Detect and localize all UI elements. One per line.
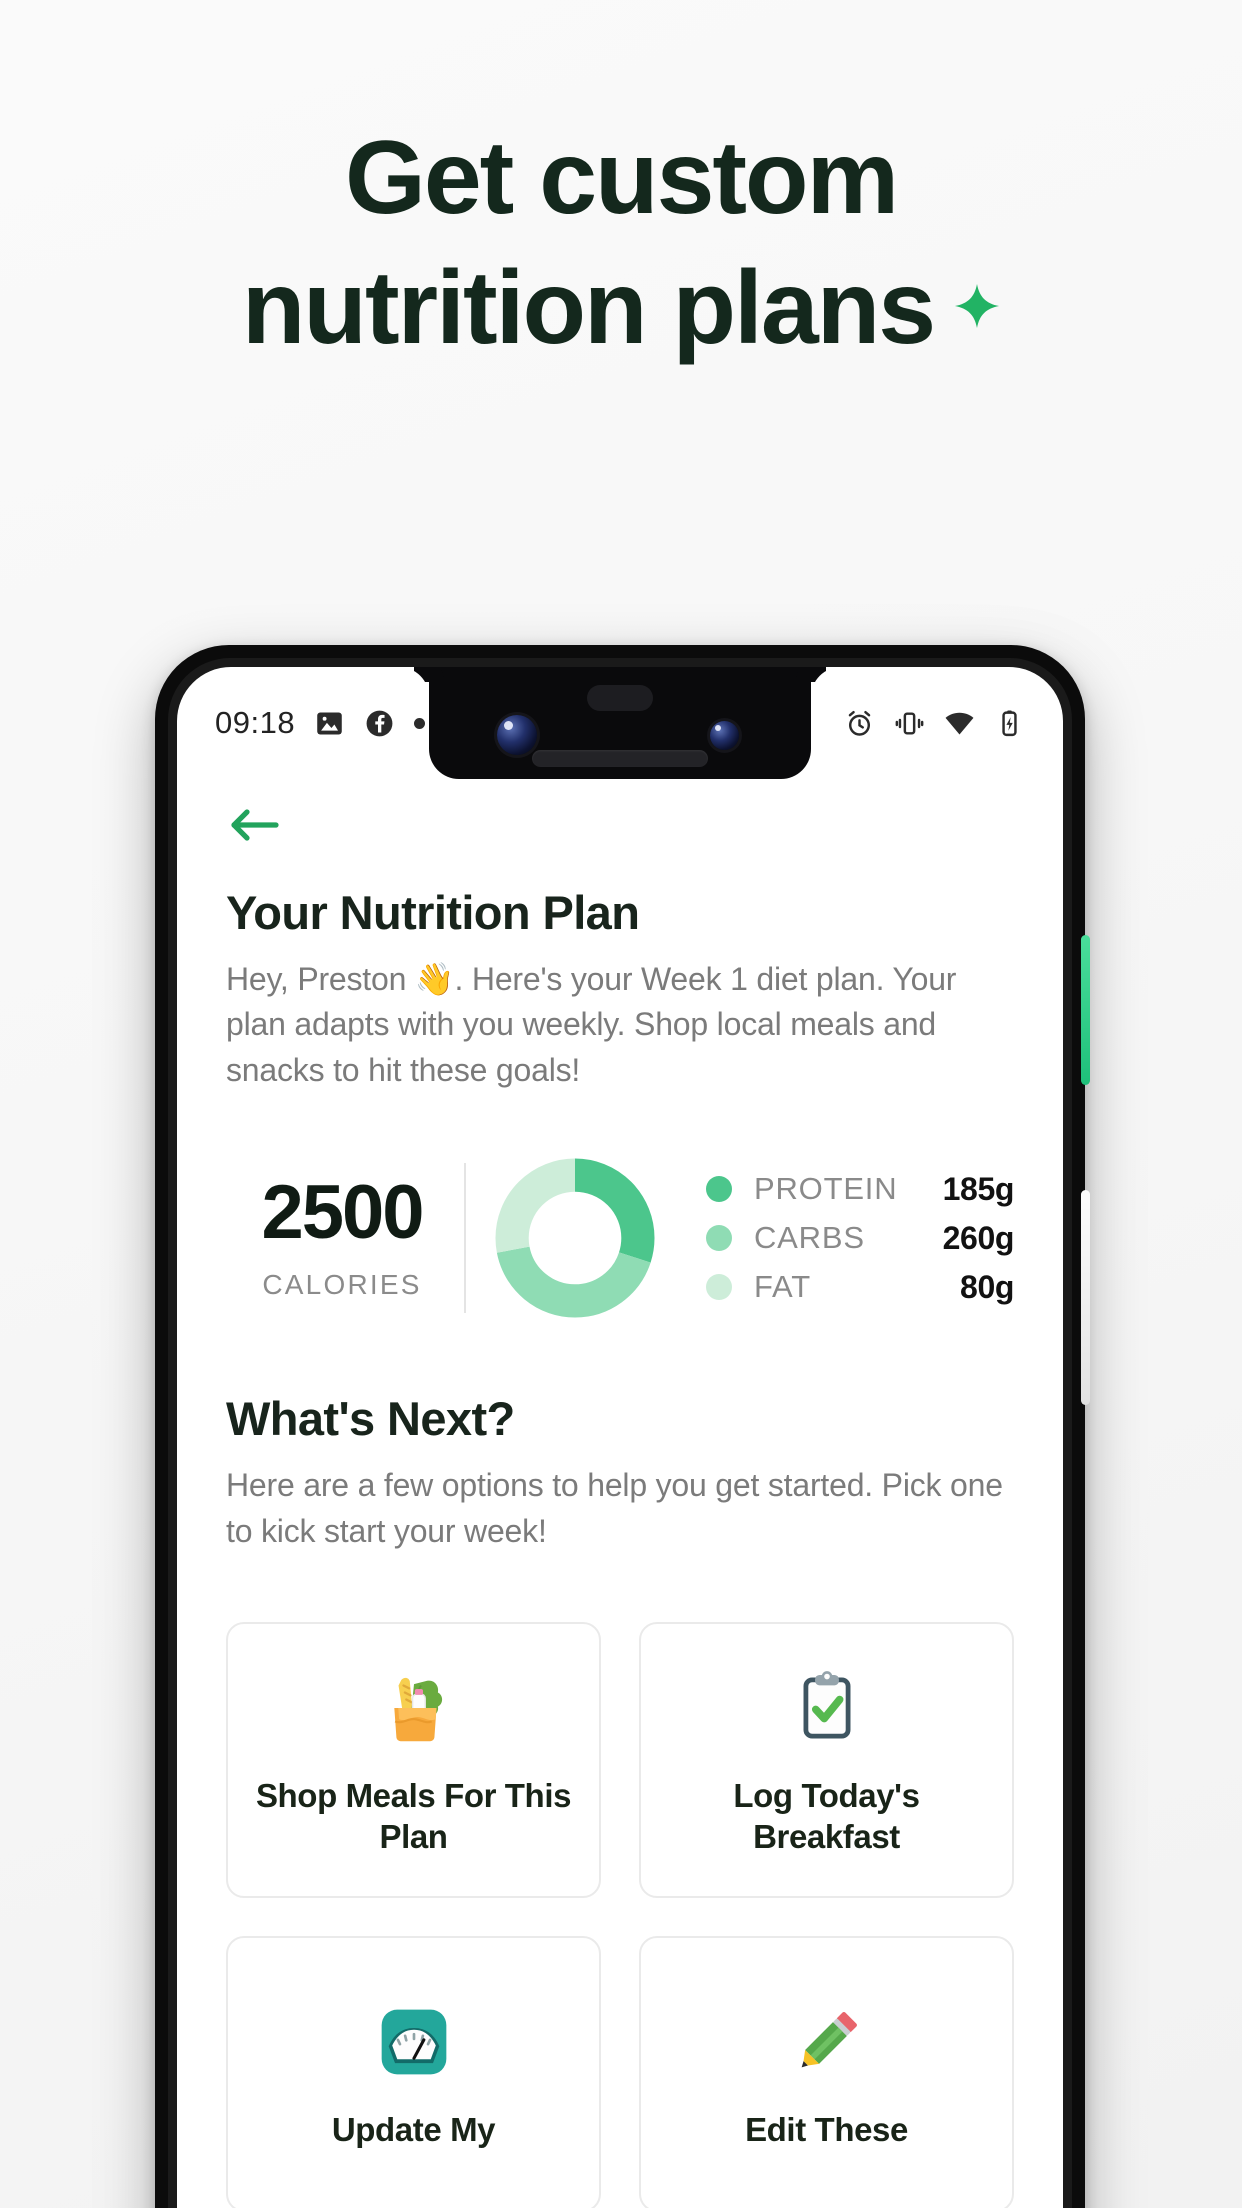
dot-icon <box>414 717 426 729</box>
legend-label-fat: FAT <box>754 1269 811 1305</box>
phone-power-button[interactable] <box>1081 935 1090 1085</box>
status-bar-right <box>770 708 1025 739</box>
legend-value-protein: 185g <box>942 1170 1015 1207</box>
action-card-label: Shop Meals For This Plan <box>255 1776 572 1856</box>
legend-value-carbs: 260g <box>942 1219 1015 1256</box>
promo-headline: Get custom nutrition plans <box>0 120 1242 367</box>
plan-description: Hey, Preston 👋. Here's your Week 1 diet … <box>226 961 957 1088</box>
weight-scale-icon <box>369 1997 459 2087</box>
phone-volume-button[interactable] <box>1081 1190 1090 1405</box>
legend-row-protein: PROTEIN 185g <box>706 1165 1014 1214</box>
calories-label: CALORIES <box>262 1269 422 1301</box>
status-bar-time: 09:18 <box>215 705 296 740</box>
action-card-edit-goals[interactable]: Edit These <box>639 1936 1014 2208</box>
legend-value-fat: 80g <box>960 1268 1014 1305</box>
clipboard-check-icon <box>782 1663 872 1753</box>
phone-screen: 09:18 Your Nutrition Plan Hey, Preston 👋… <box>177 667 1063 2208</box>
calories-value: 2500 <box>261 1170 424 1256</box>
legend-label-carbs: CARBS <box>754 1220 865 1256</box>
legend-swatch-protein <box>706 1176 732 1203</box>
whats-next-title: What's Next? <box>226 1392 515 1446</box>
alarm-icon <box>844 708 875 739</box>
action-card-shop-meals[interactable]: Shop Meals For This Plan <box>226 1622 601 1899</box>
calories-block: 2500 CALORIES <box>226 1175 458 1301</box>
facebook-icon <box>364 708 395 739</box>
vibrate-icon <box>894 708 925 739</box>
battery-charging-icon <box>994 708 1025 739</box>
action-card-log-breakfast[interactable]: Log Today's Breakfast <box>639 1622 1014 1899</box>
page-title: Your Nutrition Plan <box>226 886 640 939</box>
action-card-label: Log Today's Breakfast <box>733 1776 920 1856</box>
app-content: Your Nutrition Plan Hey, Preston 👋. Here… <box>177 779 1063 2208</box>
headline-line-2: nutrition plans <box>241 250 936 367</box>
action-card-update-weight[interactable]: Update My <box>226 1936 601 2208</box>
nav-bar <box>226 779 1014 885</box>
status-bar-left: 09:18 <box>215 705 470 741</box>
legend-swatch-carbs <box>706 1225 732 1252</box>
whats-next-description: Here are a few options to help you get s… <box>226 1467 1003 1549</box>
phone-bezel: 09:18 Your Nutrition Plan Hey, Preston 👋… <box>168 658 1072 2208</box>
divider <box>464 1163 466 1314</box>
promo-stage: Get custom nutrition plans 09:18 Your Nu… <box>0 0 1242 2208</box>
legend-row-carbs: CARBS 260g <box>706 1214 1014 1263</box>
headline-line-2-wrap: nutrition plans <box>242 236 1000 366</box>
back-button[interactable] <box>226 805 1014 845</box>
grocery-bag-icon <box>369 1663 459 1753</box>
whats-next-section: What's Next? Here are a few options to h… <box>226 1391 1014 1554</box>
action-card-label: Edit These <box>745 2111 908 2149</box>
macro-legend: PROTEIN 185g CARBS 260g FAT 80g <box>706 1165 1014 1312</box>
status-bar: 09:18 <box>177 667 1063 779</box>
pencil-icon <box>782 1997 872 2087</box>
macro-summary: 2500 CALORIES PROTEIN 185g CARBS 260g FA… <box>226 1155 1014 1321</box>
action-card-grid: Shop Meals For This Plan Log Today's Bre… <box>226 1622 1014 2208</box>
macro-donut-chart <box>495 1158 655 1318</box>
legend-swatch-fat <box>706 1274 732 1301</box>
legend-label-protein: PROTEIN <box>754 1171 898 1207</box>
image-icon <box>314 708 345 739</box>
sparkle-icon <box>954 236 1000 329</box>
phone-mockup: 09:18 Your Nutrition Plan Hey, Preston 👋… <box>155 645 1090 2208</box>
legend-row-fat: FAT 80g <box>706 1263 1014 1312</box>
wifi-icon <box>944 708 975 739</box>
headline-line-1: Get custom <box>344 120 899 236</box>
action-card-label: Update My <box>331 2111 496 2149</box>
